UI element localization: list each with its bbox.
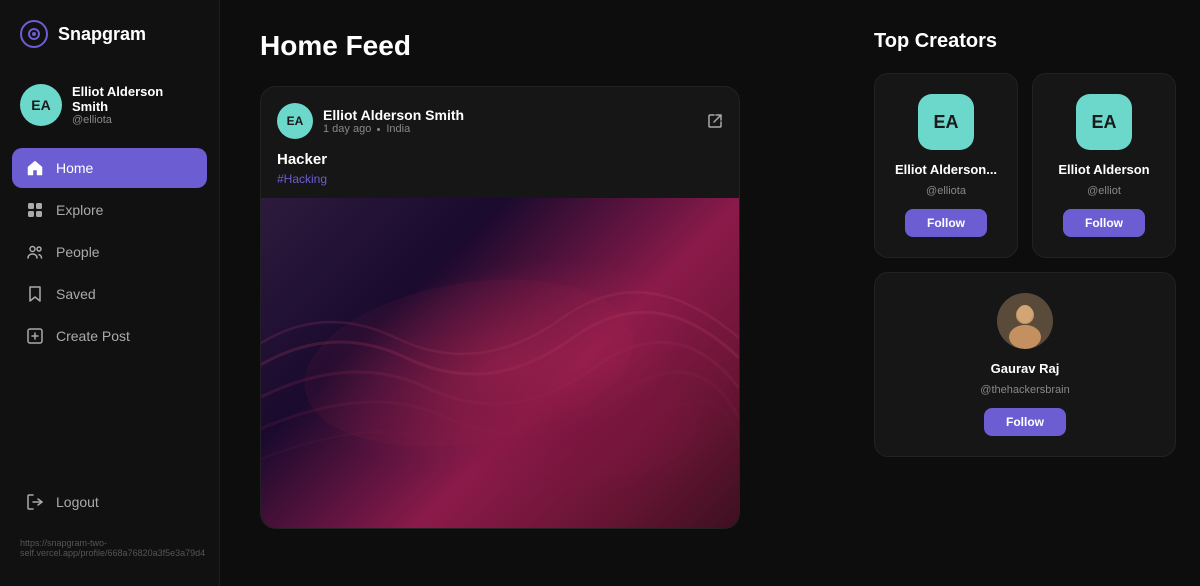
- home-icon: [26, 159, 44, 177]
- user-handle: @elliota: [72, 114, 199, 126]
- creator-handle-ea2: @elliot: [1087, 185, 1121, 197]
- post-content: Hacker #Hacking: [261, 151, 739, 198]
- post-user-info: Elliot Alderson Smith 1 day ago India: [323, 107, 464, 135]
- sidebar-item-create-post[interactable]: Create Post: [12, 316, 207, 356]
- saved-icon: [26, 285, 44, 303]
- post-meta: 1 day ago India: [323, 123, 464, 135]
- follow-button-gaurav[interactable]: Follow: [984, 408, 1066, 436]
- follow-button-ea2[interactable]: Follow: [1063, 209, 1145, 237]
- explore-icon: [26, 201, 44, 219]
- logout-label: Logout: [56, 494, 99, 510]
- creator-card-ea1: EA Elliot Alderson... @elliota Follow: [874, 73, 1018, 258]
- sidebar-item-logout[interactable]: Logout: [12, 482, 207, 522]
- creator-card-gaurav: Gaurav Raj @thehackersbrain Follow: [874, 272, 1176, 457]
- app-name: Snapgram: [58, 24, 146, 45]
- creator-name-ea1: Elliot Alderson...: [895, 162, 997, 177]
- sidebar-item-saved[interactable]: Saved: [12, 274, 207, 314]
- sidebar: Snapgram EA Elliot Alderson Smith @ellio…: [0, 0, 220, 586]
- saved-label: Saved: [56, 286, 96, 302]
- creator-name-gaurav: Gaurav Raj: [991, 361, 1060, 376]
- top-creators-title: Top Creators: [874, 30, 1176, 53]
- post-location: India: [386, 123, 410, 135]
- creator-handle-ea1: @elliota: [926, 185, 966, 197]
- sidebar-item-people[interactable]: People: [12, 232, 207, 272]
- logo[interactable]: Snapgram: [0, 20, 219, 72]
- post-time: 1 day ago: [323, 123, 371, 135]
- sidebar-item-explore[interactable]: Explore: [12, 190, 207, 230]
- create-post-icon: [26, 327, 44, 345]
- people-label: People: [56, 244, 100, 260]
- follow-button-ea1[interactable]: Follow: [905, 209, 987, 237]
- main-content: Home Feed EA Elliot Alderson Smith 1 day…: [220, 0, 850, 586]
- creator-handle-gaurav: @thehackersbrain: [980, 384, 1069, 396]
- post-avatar: EA: [277, 103, 313, 139]
- right-panel: Top Creators EA Elliot Alderson... @elli…: [850, 0, 1200, 586]
- post-tag: #Hacking: [277, 172, 723, 186]
- creator-avatar-ea1: EA: [918, 94, 974, 150]
- post-meta-dot: [377, 128, 380, 131]
- logo-icon: [20, 20, 48, 48]
- people-icon: [26, 243, 44, 261]
- user-name: Elliot Alderson Smith: [72, 84, 199, 114]
- post-user: EA Elliot Alderson Smith 1 day ago India: [277, 103, 464, 139]
- user-info: Elliot Alderson Smith @elliota: [72, 84, 199, 126]
- nav-bottom: Logout: [0, 482, 219, 530]
- user-profile[interactable]: EA Elliot Alderson Smith @elliota: [0, 72, 219, 138]
- nav-menu: Home Explore: [0, 148, 219, 482]
- avatar: EA: [20, 84, 62, 126]
- creator-avatar-ea2: EA: [1076, 94, 1132, 150]
- creator-name-ea2: Elliot Alderson: [1058, 162, 1149, 177]
- post-header: EA Elliot Alderson Smith 1 day ago India: [261, 87, 739, 151]
- post-username: Elliot Alderson Smith: [323, 107, 464, 123]
- sidebar-item-home[interactable]: Home: [12, 148, 207, 188]
- post-title: Hacker: [277, 151, 723, 168]
- post-image: [261, 198, 739, 528]
- url-bar: https://snapgram-two-self.vercel.app/pro…: [0, 530, 219, 566]
- explore-label: Explore: [56, 202, 103, 218]
- logout-icon: [26, 493, 44, 511]
- page-title: Home Feed: [260, 30, 810, 62]
- creator-card-ea2: EA Elliot Alderson @elliot Follow: [1032, 73, 1176, 258]
- home-label: Home: [56, 160, 93, 176]
- post-card: EA Elliot Alderson Smith 1 day ago India: [260, 86, 740, 529]
- create-post-label: Create Post: [56, 328, 130, 344]
- creator-avatar-gaurav: [997, 293, 1053, 349]
- creators-grid: EA Elliot Alderson... @elliota Follow EA…: [874, 73, 1176, 457]
- share-icon[interactable]: [707, 113, 723, 129]
